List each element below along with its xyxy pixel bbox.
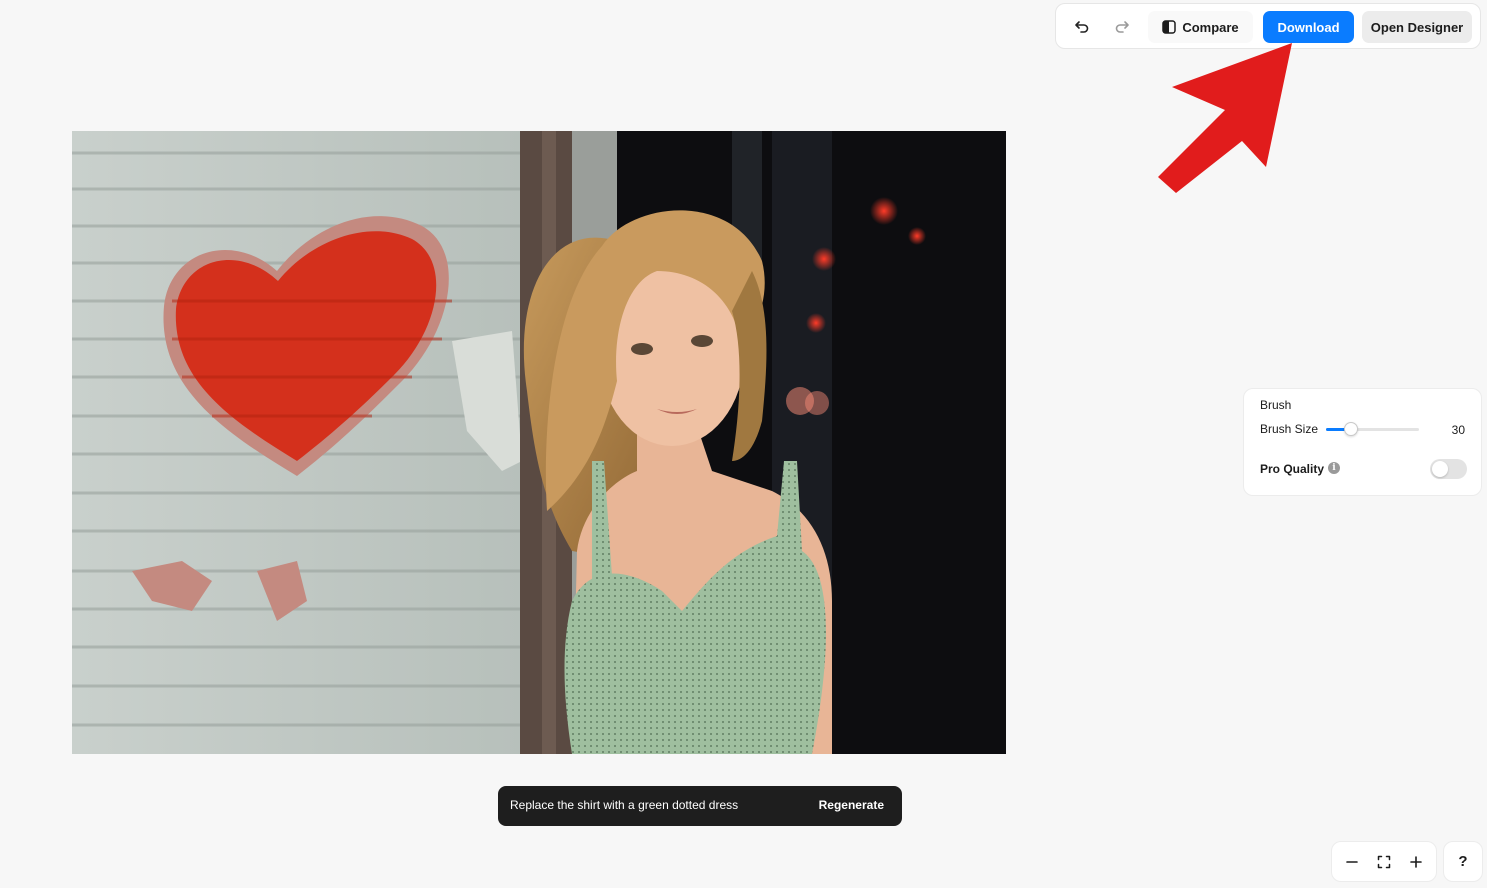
edited-photo — [72, 131, 1006, 754]
prompt-bar: Replace the shirt with a green dotted dr… — [498, 786, 902, 826]
pro-quality-toggle[interactable] — [1430, 459, 1467, 479]
compare-label: Compare — [1182, 19, 1239, 35]
brush-panel-title: Brush — [1260, 398, 1292, 412]
compare-icon — [1162, 20, 1177, 34]
help-button[interactable]: ? — [1443, 841, 1483, 882]
red-arrow-annotation — [1158, 43, 1292, 193]
zoom-controls — [1331, 841, 1437, 882]
zoom-out-button[interactable] — [1340, 850, 1364, 874]
prompt-text[interactable]: Replace the shirt with a green dotted dr… — [510, 798, 738, 812]
fit-screen-button[interactable] — [1372, 850, 1396, 874]
info-icon[interactable]: i — [1328, 462, 1340, 474]
brush-panel: Brush Brush Size 30 Pro Quality i — [1243, 388, 1482, 496]
undo-button[interactable] — [1067, 12, 1097, 42]
brush-size-label: Brush Size — [1260, 422, 1319, 436]
fit-screen-icon — [1377, 855, 1391, 869]
canvas-image[interactable] — [72, 131, 1006, 754]
redo-icon — [1115, 21, 1129, 33]
plus-icon — [1410, 856, 1422, 868]
pro-quality-label: Pro Quality — [1260, 462, 1325, 476]
minus-icon — [1346, 861, 1358, 863]
brush-size-slider[interactable] — [1326, 421, 1419, 437]
toggle-knob — [1432, 461, 1448, 477]
redo-button[interactable] — [1107, 12, 1137, 42]
open-designer-button[interactable]: Open Designer — [1362, 11, 1472, 43]
regenerate-button[interactable]: Regenerate — [819, 798, 884, 812]
undo-icon — [1075, 21, 1089, 33]
zoom-in-button[interactable] — [1404, 850, 1428, 874]
brush-size-value: 30 — [1451, 423, 1465, 437]
slider-thumb[interactable] — [1344, 422, 1359, 436]
